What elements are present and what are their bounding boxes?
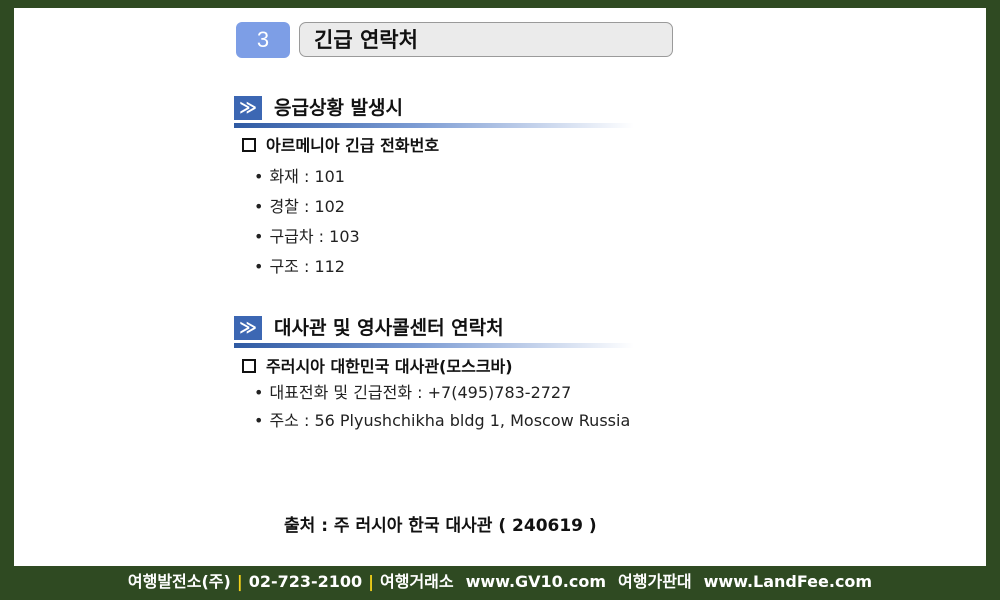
subheading-embassy: 주러시아 대한민국 대사관(모스크바) [242, 357, 513, 377]
section-title-emergency: 응급상황 발생시 [274, 97, 403, 119]
list-item-text: 경찰 : 102 [269, 197, 345, 216]
list-item: • 경찰 : 102 [254, 197, 345, 217]
source-note: 출처 : 주 러시아 한국 대사관 ( 240619 ) [284, 516, 597, 536]
footer-separator: | [236, 572, 243, 591]
bullet-icon: • [254, 227, 264, 246]
double-chevron-icon: ≫ [234, 316, 262, 340]
list-item-text: 구급차 : 103 [269, 227, 360, 246]
list-item: • 대표전화 및 긴급전화 : +7(495)783-2727 [254, 383, 571, 403]
section-underline [234, 343, 634, 348]
bullet-icon: • [254, 197, 264, 216]
list-item-text: 화재 : 101 [269, 167, 345, 186]
list-item-text: 주소 : 56 Plyushchikha bldg 1, Moscow Russ… [269, 411, 631, 430]
subheading-armenia-numbers: 아르메니아 긴급 전화번호 [242, 136, 439, 156]
list-item-text: 구조 : 112 [269, 257, 345, 276]
footer-bar: 여행발전소(주) | 02-723-2100 | 여행거래소 www.GV10.com 여행… [0, 566, 1000, 600]
list-item: • 구조 : 112 [254, 257, 345, 277]
document-page: 3 긴급 연락처 ≫ 응급상황 발생시 아르메니아 긴급 전화번호 • 화재 : … [14, 8, 986, 566]
section-underline [234, 123, 634, 128]
footer-phone: 02-723-2100 [248, 572, 363, 591]
footer-link-landfee[interactable]: www.LandFee.com [704, 572, 872, 591]
subheading-text: 주러시아 대한민국 대사관(모스크바) [266, 357, 513, 376]
checkbox-icon [242, 359, 256, 373]
page-title: 긴급 연락처 [299, 22, 673, 57]
subheading-text: 아르메니아 긴급 전화번호 [266, 136, 440, 155]
double-chevron-icon: ≫ [234, 96, 262, 120]
bullet-icon: • [254, 383, 264, 402]
section-header-emergency: ≫ 응급상황 발생시 [234, 94, 634, 128]
section-number-badge: 3 [236, 22, 290, 58]
checkbox-icon [242, 138, 256, 152]
footer-label-stand: 여행가판대 [618, 572, 692, 591]
footer-separator: | [368, 572, 375, 591]
list-item-text: 대표전화 및 긴급전화 : +7(495)783-2727 [269, 383, 572, 402]
list-item: • 주소 : 56 Plyushchikha bldg 1, Moscow Rus… [254, 411, 630, 431]
bullet-icon: • [254, 411, 264, 430]
section-header-embassy: ≫ 대사관 및 영사콜센터 연락처 [234, 314, 634, 348]
section-title-embassy: 대사관 및 영사콜센터 연락처 [274, 317, 504, 339]
footer-company: 여행발전소(주) [127, 572, 231, 591]
footer-label-exchange: 여행거래소 [380, 572, 454, 591]
bullet-icon: • [254, 167, 264, 186]
list-item: • 구급차 : 103 [254, 227, 360, 247]
footer-link-gv10[interactable]: www.GV10.com [466, 572, 606, 591]
list-item: • 화재 : 101 [254, 167, 345, 187]
bullet-icon: • [254, 257, 264, 276]
